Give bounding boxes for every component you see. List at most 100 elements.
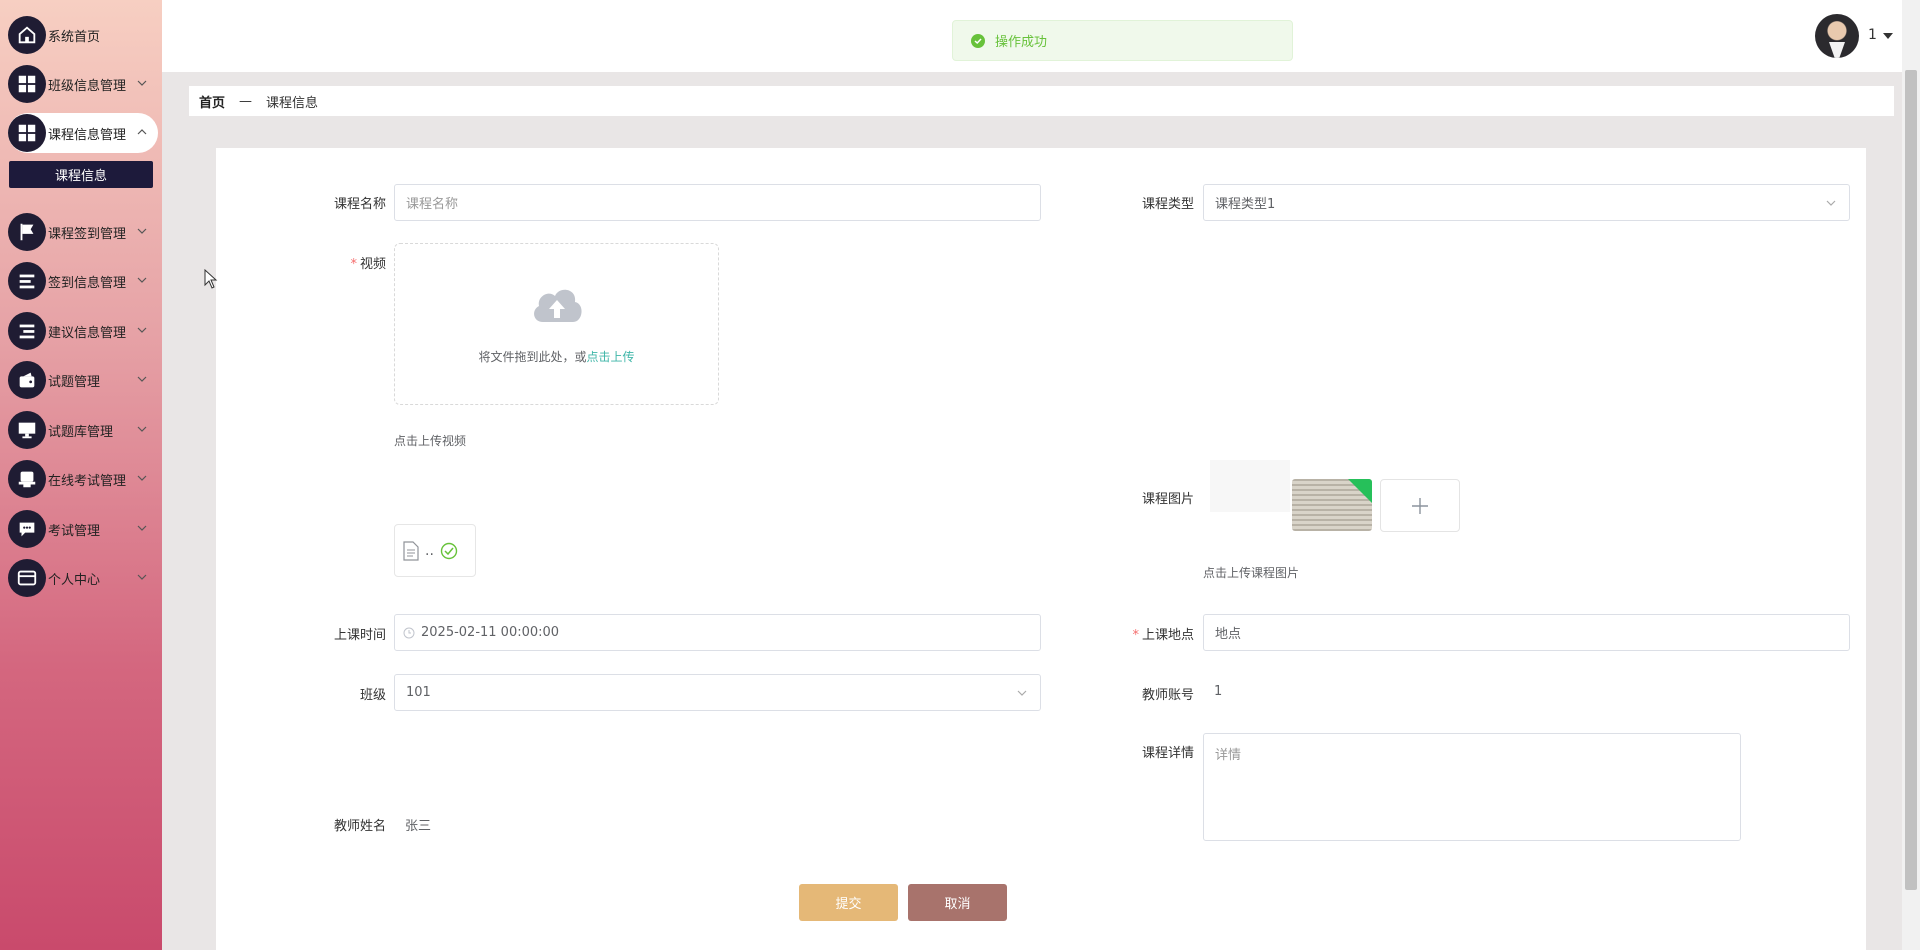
toast-message: 操作成功 <box>995 35 1048 50</box>
class-value: 101 <box>406 685 431 700</box>
list-icon <box>8 312 46 350</box>
card-icon <box>8 559 46 597</box>
sidebar-item-label: 课程签到管理 <box>48 226 127 242</box>
sidebar-item-course-checkin[interactable]: 课程签到管理 <box>8 212 158 252</box>
chevron-down-icon <box>137 426 147 432</box>
sidebar-item-label: 试题库管理 <box>48 424 114 440</box>
chevron-down-icon <box>137 277 147 283</box>
sidebar-item-online-exam[interactable]: 在线考试管理 <box>8 459 158 499</box>
course-detail-placeholder: 详情 <box>1215 748 1242 763</box>
course-detail-textarea[interactable]: 详情 <box>1203 733 1741 841</box>
check-circle-icon <box>440 542 458 559</box>
sidebar-item-question-management[interactable]: 试题管理 <box>8 360 158 400</box>
uploaded-course-image[interactable] <box>1292 479 1372 531</box>
course-name-placeholder: 课程名称 <box>406 197 459 212</box>
class-time-picker[interactable]: 2025-02-11 00:00:00 <box>394 614 1041 651</box>
teacher-account-label: 教师账号 <box>1141 688 1194 703</box>
location-placeholder: 地点 <box>1215 627 1242 642</box>
top-bar: 操作成功 <box>162 0 1902 72</box>
success-toast: 操作成功 <box>952 20 1293 61</box>
chevron-down-icon <box>137 228 147 234</box>
page-scrollbar[interactable] <box>1902 0 1920 950</box>
upload-instruction: 将文件拖到此处，或点击上传 <box>395 348 718 365</box>
upload-link[interactable]: 点击上传 <box>587 350 635 364</box>
avatar[interactable] <box>1815 14 1859 58</box>
breadcrumb-home[interactable]: 首页 <box>199 92 225 111</box>
video-upload-tip: 点击上传视频 <box>394 434 467 448</box>
printer-icon <box>8 460 46 498</box>
sidebar-item-exam-management[interactable]: 考试管理 <box>8 509 158 549</box>
sidebar-item-checkin-info[interactable]: 签到信息管理 <box>8 261 158 301</box>
sidebar-item-class-management[interactable]: 班级信息管理 <box>8 64 158 104</box>
add-image-button[interactable] <box>1380 479 1460 532</box>
class-select[interactable]: 101 <box>394 674 1041 711</box>
course-form: 课程名称 课程名称 课程类型 课程类型1 * 视频 将文件拖到此处，或点击上传 点… <box>216 148 1866 950</box>
image-placeholder <box>1210 460 1290 512</box>
teacher-name-value: 张三 <box>405 819 432 834</box>
check-circle-icon <box>971 33 985 48</box>
sidebar-item-label: 考试管理 <box>48 523 101 539</box>
chevron-down-icon <box>1017 690 1027 696</box>
teacher-account-value: 1 <box>1214 684 1223 699</box>
video-upload-dropzone[interactable]: 将文件拖到此处，或点击上传 <box>394 243 719 405</box>
uploaded-video-file[interactable]: .. <box>394 524 476 577</box>
sidebar-item-label: 个人中心 <box>48 572 101 588</box>
chevron-up-icon <box>137 129 147 135</box>
course-image-label: 课程图片 <box>1141 492 1194 507</box>
chevron-down-icon <box>137 525 147 531</box>
sidebar-item-personal-center[interactable]: 个人中心 <box>8 558 158 598</box>
success-corner <box>1348 479 1372 503</box>
file-name: .. <box>425 542 434 559</box>
grid-icon <box>8 65 46 103</box>
cancel-button[interactable]: 取消 <box>908 884 1007 921</box>
chevron-down-icon <box>137 475 147 481</box>
home-icon <box>8 16 46 54</box>
monitor-icon <box>8 411 46 449</box>
video-label: * 视频 <box>350 257 386 272</box>
upload-text: 将文件拖到此处，或 <box>478 350 587 364</box>
chevron-down-icon <box>1826 200 1836 206</box>
mouse-cursor-icon <box>204 269 218 289</box>
breadcrumb-current: 课程信息 <box>266 95 319 111</box>
breadcrumb: 首页 — 课程信息 <box>189 86 1894 116</box>
sidebar-item-course-management[interactable]: 课程信息管理 <box>8 113 158 153</box>
submenu-item-course-info[interactable]: 课程信息 <box>9 161 153 188</box>
chevron-down-icon <box>137 80 147 86</box>
sidebar-item-label: 试题管理 <box>48 374 101 390</box>
course-detail-label: 课程详情 <box>1141 746 1194 761</box>
submit-button[interactable]: 提交 <box>799 884 898 921</box>
sidebar: 系统首页 班级信息管理 课程信息管理 课程信息 课程签到管理 签到信息管理 建议… <box>0 0 162 950</box>
location-label: * 上课地点 <box>1132 628 1194 643</box>
clock-icon <box>403 627 415 638</box>
chevron-down-icon <box>137 376 147 382</box>
list-icon <box>8 262 46 300</box>
sidebar-item-suggestion-info[interactable]: 建议信息管理 <box>8 311 158 351</box>
chat-icon <box>8 510 46 548</box>
course-type-value: 课程类型1 <box>1215 197 1276 212</box>
class-time-label: 上课时间 <box>333 628 386 643</box>
sidebar-item-label: 建议信息管理 <box>48 325 127 341</box>
flag-icon <box>8 213 46 251</box>
sidebar-item-home[interactable]: 系统首页 <box>8 15 158 55</box>
user-name[interactable]: 1 <box>1868 27 1877 43</box>
class-label: 班级 <box>359 688 386 703</box>
document-icon <box>403 540 419 561</box>
chevron-down-icon <box>137 327 147 333</box>
scrollbar-thumb[interactable] <box>1905 70 1917 890</box>
wallet-icon <box>8 361 46 399</box>
caret-down-icon[interactable] <box>1882 30 1894 42</box>
cloud-upload-icon <box>534 289 582 322</box>
sidebar-item-label: 签到信息管理 <box>48 275 127 291</box>
image-upload-tip: 点击上传课程图片 <box>1203 566 1300 580</box>
sidebar-item-question-bank[interactable]: 试题库管理 <box>8 410 158 450</box>
course-type-select[interactable]: 课程类型1 <box>1203 184 1850 221</box>
location-label-text: 上课地点 <box>1141 628 1194 643</box>
location-input[interactable]: 地点 <box>1203 614 1850 651</box>
video-label-text: 视频 <box>359 257 386 272</box>
course-name-input[interactable]: 课程名称 <box>394 184 1041 221</box>
grid-icon <box>8 114 46 152</box>
class-time-value: 2025-02-11 00:00:00 <box>421 625 560 640</box>
sidebar-item-label: 班级信息管理 <box>48 78 127 94</box>
teacher-name-label: 教师姓名 <box>333 819 386 834</box>
breadcrumb-separator: — <box>239 93 253 109</box>
